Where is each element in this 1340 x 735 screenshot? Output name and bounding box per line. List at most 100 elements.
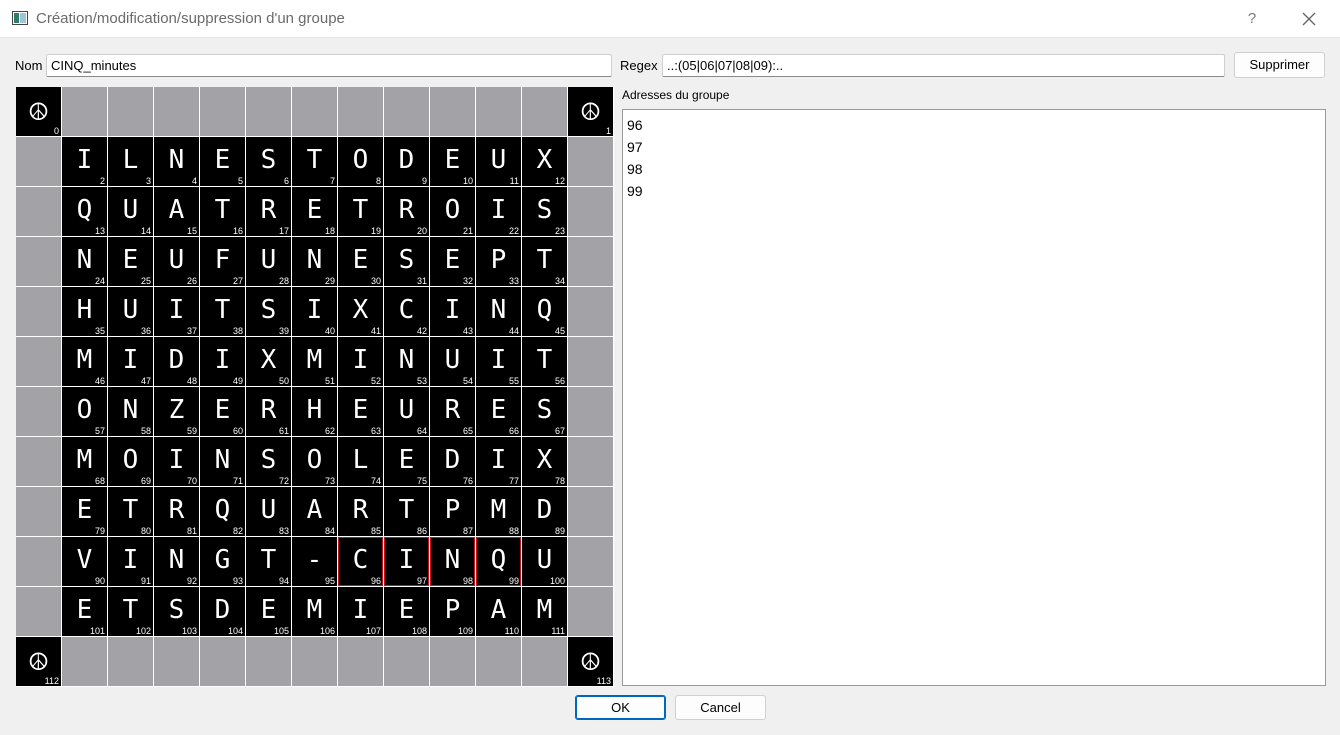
empty-cell[interactable]	[16, 187, 61, 236]
letter-cell[interactable]: D 76	[430, 437, 475, 486]
empty-cell[interactable]	[568, 587, 613, 636]
letter-cell[interactable]: I 49	[200, 337, 245, 386]
letter-cell[interactable]: E 101	[62, 587, 107, 636]
empty-cell[interactable]	[568, 137, 613, 186]
letter-cell[interactable]: R 17	[246, 187, 291, 236]
empty-cell[interactable]	[338, 637, 383, 686]
letter-cell[interactable]: E 79	[62, 487, 107, 536]
list-item[interactable]: 98	[627, 158, 1321, 180]
letter-cell[interactable]: E5	[200, 137, 245, 186]
letter-cell[interactable]: T 94	[246, 537, 291, 586]
delete-button[interactable]: Supprimer	[1234, 52, 1325, 78]
letter-cell[interactable]: O 69	[108, 437, 153, 486]
letter-cell[interactable]: T 34	[522, 237, 567, 286]
empty-cell[interactable]	[568, 287, 613, 336]
letter-cell[interactable]: N 29	[292, 237, 337, 286]
empty-cell[interactable]	[16, 137, 61, 186]
letter-cell[interactable]: A 110	[476, 587, 521, 636]
letter-cell[interactable]: E 63	[338, 387, 383, 436]
empty-cell[interactable]	[568, 437, 613, 486]
letter-cell[interactable]: R 81	[154, 487, 199, 536]
letter-cell[interactable]: I 70	[154, 437, 199, 486]
letter-cell[interactable]: M 51	[292, 337, 337, 386]
empty-cell[interactable]	[384, 87, 429, 136]
letter-cell[interactable]: N 44	[476, 287, 521, 336]
letter-cell[interactable]: E 108	[384, 587, 429, 636]
empty-cell[interactable]	[16, 337, 61, 386]
letter-cell[interactable]: I 97	[384, 537, 429, 586]
letter-cell[interactable]: I 55	[476, 337, 521, 386]
letter-cell[interactable]: G 93	[200, 537, 245, 586]
empty-cell[interactable]	[292, 87, 337, 136]
empty-cell[interactable]	[338, 87, 383, 136]
empty-cell[interactable]	[568, 487, 613, 536]
empty-cell[interactable]	[568, 187, 613, 236]
letter-cell[interactable]: M 106	[292, 587, 337, 636]
letter-cell[interactable]: S6	[246, 137, 291, 186]
close-button[interactable]	[1296, 6, 1322, 32]
letter-cell[interactable]: T 16	[200, 187, 245, 236]
letter-cell[interactable]: H 62	[292, 387, 337, 436]
letter-cell[interactable]: Q 45	[522, 287, 567, 336]
empty-cell[interactable]	[568, 337, 613, 386]
empty-cell[interactable]	[246, 87, 291, 136]
letter-cell[interactable]: L 74	[338, 437, 383, 486]
empty-cell[interactable]	[430, 87, 475, 136]
letter-cell[interactable]: S 72	[246, 437, 291, 486]
empty-cell[interactable]	[16, 387, 61, 436]
letter-cell[interactable]: E 30	[338, 237, 383, 286]
letter-cell[interactable]: D 104	[200, 587, 245, 636]
letter-cell[interactable]: L3	[108, 137, 153, 186]
letter-cell[interactable]: U 64	[384, 387, 429, 436]
letter-cell[interactable]: P 87	[430, 487, 475, 536]
letter-cell[interactable]: O8	[338, 137, 383, 186]
letter-cell[interactable]: Z 59	[154, 387, 199, 436]
letter-cell[interactable]: X 50	[246, 337, 291, 386]
letter-cell[interactable]: T 86	[384, 487, 429, 536]
empty-cell[interactable]	[16, 587, 61, 636]
letter-cell[interactable]: P 109	[430, 587, 475, 636]
ok-button[interactable]: OK	[575, 695, 666, 720]
letter-cell[interactable]: N 58	[108, 387, 153, 436]
empty-cell[interactable]	[62, 637, 107, 686]
empty-cell[interactable]	[430, 637, 475, 686]
letter-cell[interactable]: R 20	[384, 187, 429, 236]
list-item[interactable]: 99	[627, 180, 1321, 202]
letter-cell[interactable]: O 57	[62, 387, 107, 436]
letter-cell[interactable]: U 100	[522, 537, 567, 586]
letter-cell[interactable]: E 66	[476, 387, 521, 436]
letter-cell[interactable]: A 84	[292, 487, 337, 536]
letter-cell[interactable]: Q 99	[476, 537, 521, 586]
letter-cell[interactable]: M 88	[476, 487, 521, 536]
letter-cell[interactable]: U 83	[246, 487, 291, 536]
letter-cell[interactable]: M 111	[522, 587, 567, 636]
letter-cell[interactable]: X 41	[338, 287, 383, 336]
letter-cell[interactable]: A 15	[154, 187, 199, 236]
letter-cell[interactable]: U 54	[430, 337, 475, 386]
letter-cell[interactable]: T 19	[338, 187, 383, 236]
empty-cell[interactable]	[108, 637, 153, 686]
letter-cell[interactable]: N4	[154, 137, 199, 186]
empty-cell[interactable]	[16, 537, 61, 586]
letter-cell[interactable]: I 37	[154, 287, 199, 336]
help-button[interactable]: ?	[1242, 8, 1262, 30]
letter-cell[interactable]: M 68	[62, 437, 107, 486]
corner-cell[interactable]: ☮ 1	[568, 87, 613, 136]
empty-cell[interactable]	[384, 637, 429, 686]
empty-cell[interactable]	[108, 87, 153, 136]
empty-cell[interactable]	[568, 537, 613, 586]
letter-cell[interactable]: E 75	[384, 437, 429, 486]
letter-cell[interactable]: U 26	[154, 237, 199, 286]
letter-cell[interactable]: R 65	[430, 387, 475, 436]
cancel-button[interactable]: Cancel	[675, 695, 766, 720]
empty-cell[interactable]	[476, 637, 521, 686]
list-item[interactable]: 96	[627, 114, 1321, 136]
letter-cell[interactable]: M 46	[62, 337, 107, 386]
empty-cell[interactable]	[246, 637, 291, 686]
letter-cell[interactable]: O 21	[430, 187, 475, 236]
letter-cell[interactable]: H 35	[62, 287, 107, 336]
empty-cell[interactable]	[568, 387, 613, 436]
corner-cell[interactable]: ☮ 112	[16, 637, 61, 686]
letter-cell[interactable]: T 56	[522, 337, 567, 386]
letter-cell[interactable]: N 53	[384, 337, 429, 386]
